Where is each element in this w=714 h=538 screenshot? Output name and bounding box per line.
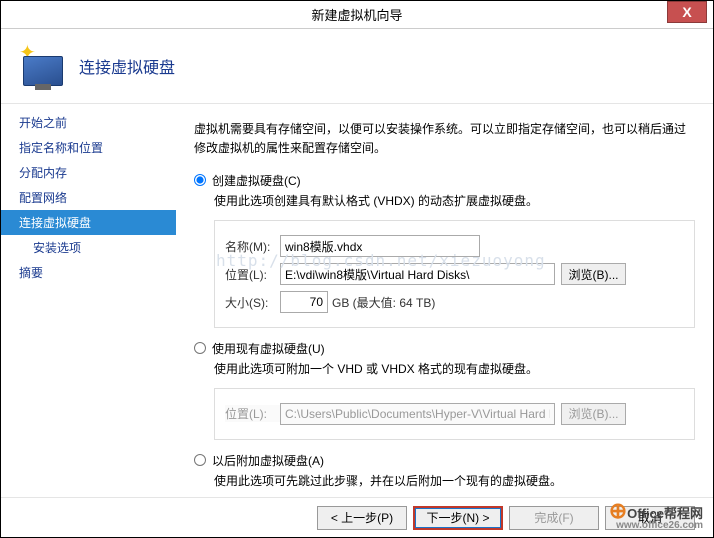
nav-specify-name[interactable]: 指定名称和位置 [1, 135, 176, 160]
close-button[interactable]: X [667, 1, 707, 23]
nav-configure-network[interactable]: 配置网络 [1, 185, 176, 210]
finish-button: 完成(F) [509, 506, 599, 530]
wizard-icon: ✦ [19, 42, 67, 90]
size-label: 大小(S): [225, 294, 280, 311]
intro-text: 虚拟机需要具有存储空间，以便可以安装操作系统。可以立即指定存储空间，也可以稍后通… [194, 120, 695, 158]
browse-button[interactable]: 浏览(B)... [561, 263, 626, 285]
monitor-icon [23, 56, 63, 86]
opt-existing-label: 使用现有虚拟硬盘(U) [212, 340, 325, 357]
nav-before-begin[interactable]: 开始之前 [1, 110, 176, 135]
nav-summary[interactable]: 摘要 [1, 260, 176, 285]
page-title: 连接虚拟硬盘 [79, 54, 175, 78]
size-input[interactable] [280, 291, 328, 313]
window-title: 新建虚拟机向导 [1, 5, 713, 24]
wizard-header: ✦ 连接虚拟硬盘 [1, 29, 713, 104]
sidebar: 开始之前 指定名称和位置 分配内存 配置网络 连接虚拟硬盘 安装选项 摘要 [1, 104, 176, 504]
name-input[interactable] [280, 235, 480, 257]
cancel-button[interactable]: 取消 [605, 506, 695, 530]
existing-vhd-fields: 位置(L): 浏览(B)... [214, 388, 695, 440]
content-pane: 虚拟机需要具有存储空间，以便可以安装操作系统。可以立即指定存储空间，也可以稍后通… [176, 104, 713, 504]
opt-create-label: 创建虚拟硬盘(C) [212, 172, 301, 189]
titlebar: 新建虚拟机向导 X [1, 1, 713, 29]
existing-location-input [280, 403, 555, 425]
radio-attach-later[interactable] [194, 454, 206, 466]
opt-later-desc: 使用此选项可先跳过此步骤，并在以后附加一个现有的虚拟硬盘。 [214, 473, 695, 490]
nav-install-options[interactable]: 安装选项 [1, 235, 176, 260]
opt-create-desc: 使用此选项创建具有默认格式 (VHDX) 的动态扩展虚拟硬盘。 [214, 193, 695, 210]
location-label: 位置(L): [225, 266, 280, 283]
opt-existing-desc: 使用此选项可附加一个 VHD 或 VHDX 格式的现有虚拟硬盘。 [214, 361, 695, 378]
size-unit-text: GB (最大值: 64 TB) [332, 294, 435, 311]
next-button[interactable]: 下一步(N) > [413, 506, 503, 530]
location-input[interactable] [280, 263, 555, 285]
radio-create-vhd[interactable] [194, 174, 206, 186]
nav-connect-vhd[interactable]: 连接虚拟硬盘 [1, 210, 176, 235]
radio-use-existing[interactable] [194, 342, 206, 354]
nav-assign-memory[interactable]: 分配内存 [1, 160, 176, 185]
create-vhd-fields: 名称(M): 位置(L): 浏览(B)... 大小(S): GB (最大值: 6… [214, 220, 695, 328]
existing-browse-button: 浏览(B)... [561, 403, 626, 425]
opt-later-label: 以后附加虚拟硬盘(A) [212, 452, 324, 469]
name-label: 名称(M): [225, 238, 280, 255]
existing-location-label: 位置(L): [225, 405, 280, 422]
prev-button[interactable]: < 上一步(P) [317, 506, 407, 530]
wizard-footer: < 上一步(P) 下一步(N) > 完成(F) 取消 [1, 497, 713, 537]
